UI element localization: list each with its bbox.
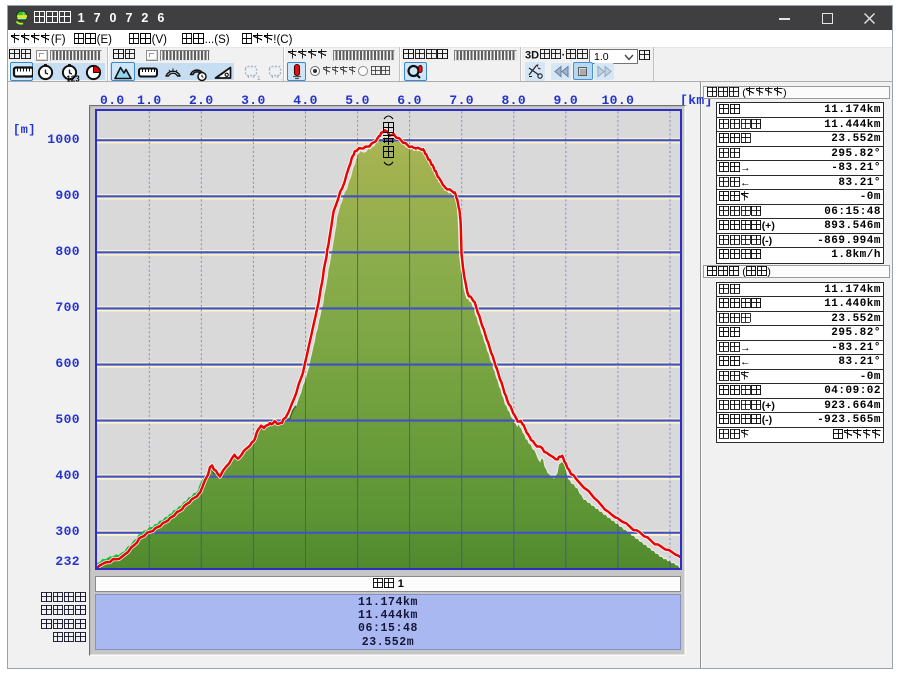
svg-text:1: 1: [257, 75, 261, 82]
svg-text:123: 123: [66, 74, 80, 81]
svg-text:.: .: [281, 75, 283, 82]
